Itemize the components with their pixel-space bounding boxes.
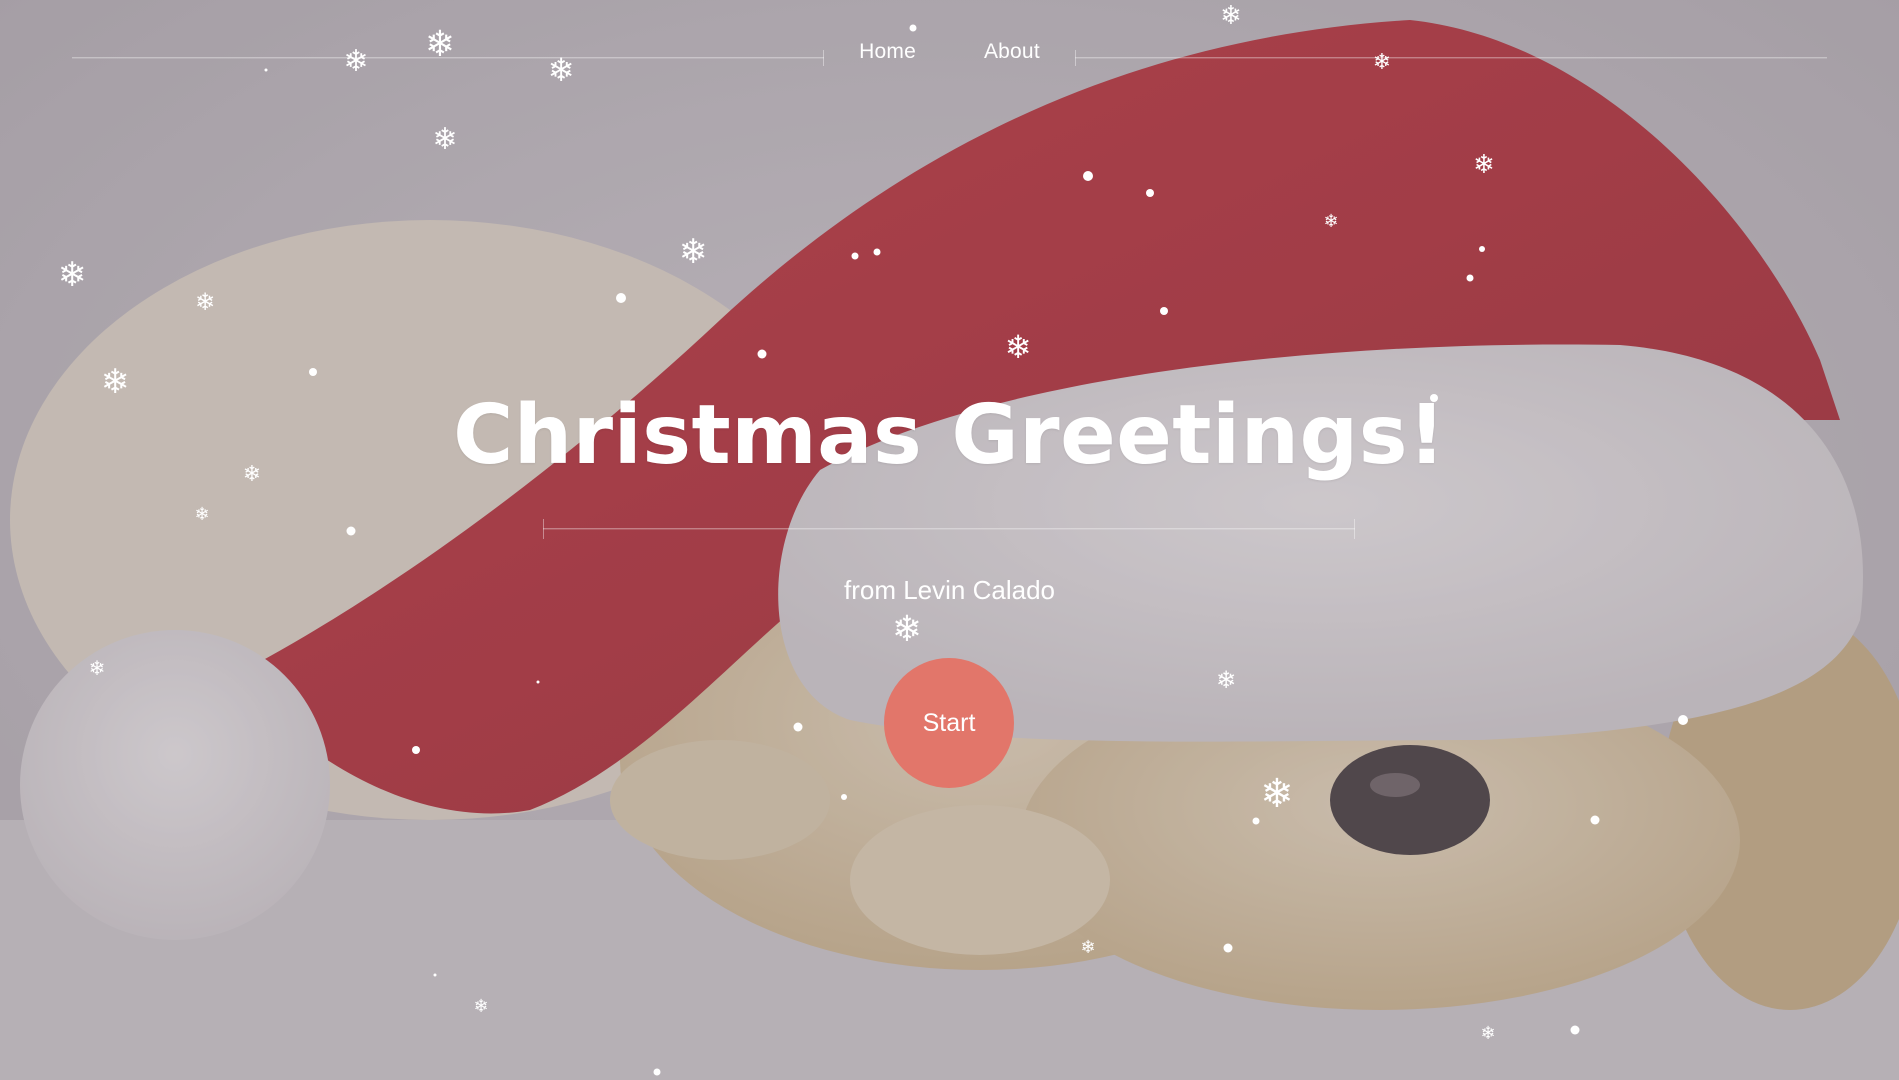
nav-home-link[interactable]: Home [859,40,916,64]
top-nav: Home About [824,40,1075,64]
start-button[interactable]: Start [884,658,1014,788]
page-title: Christmas Greetings! [453,388,1446,483]
subtitle: from Levin Calado [844,575,1055,605]
nav-divider-left [72,50,824,66]
background-dim-overlay [0,0,1899,1080]
nav-about-link[interactable]: About [984,40,1040,64]
nav-divider-right [1075,50,1827,66]
title-divider [543,519,1355,539]
